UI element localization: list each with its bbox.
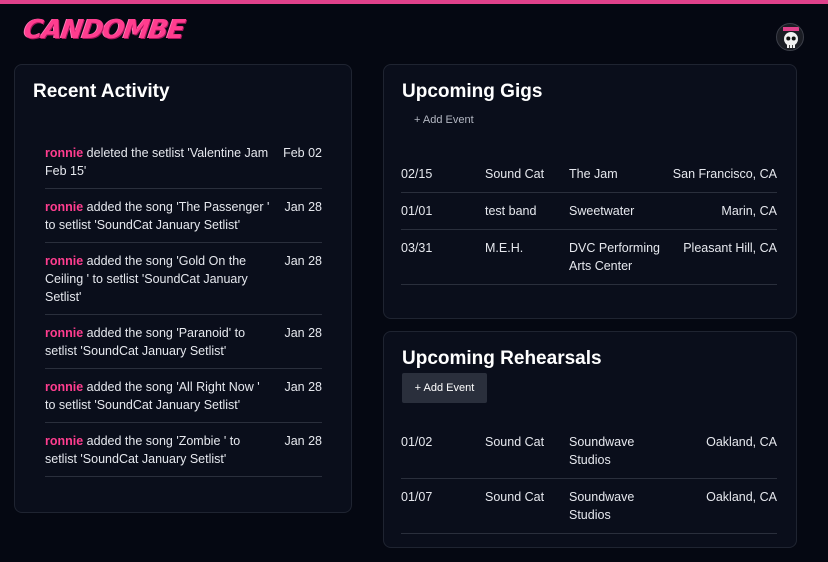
event-location: Marin, CA: [721, 204, 777, 218]
event-date: 01/07: [401, 490, 433, 504]
activity-text: ronnie added the song 'Paranoid' to setl…: [45, 324, 270, 360]
gigs-table: 02/15 Sound Cat The Jam San Francisco, CA 01…: [401, 156, 777, 285]
event-band: Sound Cat: [485, 490, 545, 504]
event-location: Oakland, CA: [706, 435, 777, 449]
event-date: 02/15: [401, 167, 433, 181]
activity-user-link[interactable]: ronnie: [45, 254, 83, 268]
activity-text: ronnie deleted the setlist 'Valentine Ja…: [45, 144, 270, 180]
event-row[interactable]: 02/15 Sound Cat The Jam San Francisco, CA: [401, 156, 777, 193]
activity-date: Jan 28: [284, 380, 322, 394]
activity-date: Feb 02: [283, 146, 322, 160]
activity-item: ronnie deleted the setlist 'Valentine Ja…: [45, 135, 322, 189]
recent-activity-title: Recent Activity: [33, 81, 170, 102]
brand-logo[interactable]: CANDOMBE: [22, 15, 186, 45]
event-venue: DVC Performing Arts Center: [569, 241, 660, 273]
event-date: 01/01: [401, 204, 433, 218]
event-row[interactable]: 01/02 Sound Cat Soundwave Studios Oakland, …: [401, 424, 777, 479]
activity-user-link[interactable]: ronnie: [45, 146, 83, 160]
activity-date: Jan 28: [284, 200, 322, 214]
event-location: Oakland, CA: [706, 490, 777, 504]
activity-item: ronnie added the song 'The Passenger ' t…: [45, 189, 322, 243]
activity-item: ronnie added the song 'Gold On the Ceili…: [45, 243, 322, 315]
event-venue: The Jam: [569, 167, 618, 181]
activity-text: ronnie added the song 'Zombie ' to setli…: [45, 432, 270, 468]
event-venue: Soundwave Studios: [569, 490, 635, 522]
event-date: 03/31: [401, 241, 433, 255]
user-avatar[interactable]: [776, 23, 804, 51]
event-row[interactable]: 03/31 M.E.H. DVC Performing Arts Center Ple…: [401, 230, 777, 285]
recent-activity-card: Recent Activity ronnie deleted the setli…: [14, 64, 352, 513]
add-gig-event-button[interactable]: + Add Event: [414, 114, 474, 126]
activity-user-link[interactable]: ronnie: [45, 200, 83, 214]
event-venue: Soundwave Studios: [569, 435, 635, 467]
event-row[interactable]: 01/01 test band Sweetwater Marin, CA: [401, 193, 777, 230]
event-location: Pleasant Hill, CA: [683, 241, 777, 255]
activity-item: ronnie added the song 'Zombie ' to setli…: [45, 423, 322, 477]
activity-text: ronnie added the song 'Gold On the Ceili…: [45, 252, 270, 306]
activity-date: Jan 28: [284, 326, 322, 340]
activity-item: ronnie added the song 'Paranoid' to setl…: [45, 315, 322, 369]
event-band: test band: [485, 204, 537, 218]
activity-user-link[interactable]: ronnie: [45, 380, 83, 394]
activity-user-link[interactable]: ronnie: [45, 434, 83, 448]
skull-avatar-icon: [783, 27, 799, 48]
upcoming-rehearsals-title: Upcoming Rehearsals: [402, 348, 602, 369]
activity-date: Jan 28: [284, 434, 322, 448]
activity-list: ronnie deleted the setlist 'Valentine Ja…: [45, 135, 322, 477]
activity-user-link[interactable]: ronnie: [45, 326, 83, 340]
upcoming-rehearsals-card: Upcoming Rehearsals + Add Event 01/02 Sou…: [383, 331, 797, 548]
event-venue: Sweetwater: [569, 204, 635, 218]
event-location: San Francisco, CA: [672, 167, 777, 181]
rehearsals-table: 01/02 Sound Cat Soundwave Studios Oakland, …: [401, 424, 777, 534]
activity-item: ronnie added the song 'All Right Now ' t…: [45, 369, 322, 423]
top-accent-bar: [0, 0, 828, 4]
event-row[interactable]: 01/07 Sound Cat Soundwave Studios Oakland, …: [401, 479, 777, 534]
event-band: M.E.H.: [485, 241, 524, 255]
activity-date: Jan 28: [284, 254, 322, 268]
event-band: Sound Cat: [485, 435, 545, 449]
add-rehearsal-event-button[interactable]: + Add Event: [402, 373, 487, 403]
event-band: Sound Cat: [485, 167, 545, 181]
upcoming-gigs-title: Upcoming Gigs: [402, 81, 543, 102]
activity-text: ronnie added the song 'The Passenger ' t…: [45, 198, 270, 234]
upcoming-gigs-card: Upcoming Gigs + Add Event 02/15 Sound Cat…: [383, 64, 797, 319]
activity-text: ronnie added the song 'All Right Now ' t…: [45, 378, 270, 414]
event-date: 01/02: [401, 435, 433, 449]
